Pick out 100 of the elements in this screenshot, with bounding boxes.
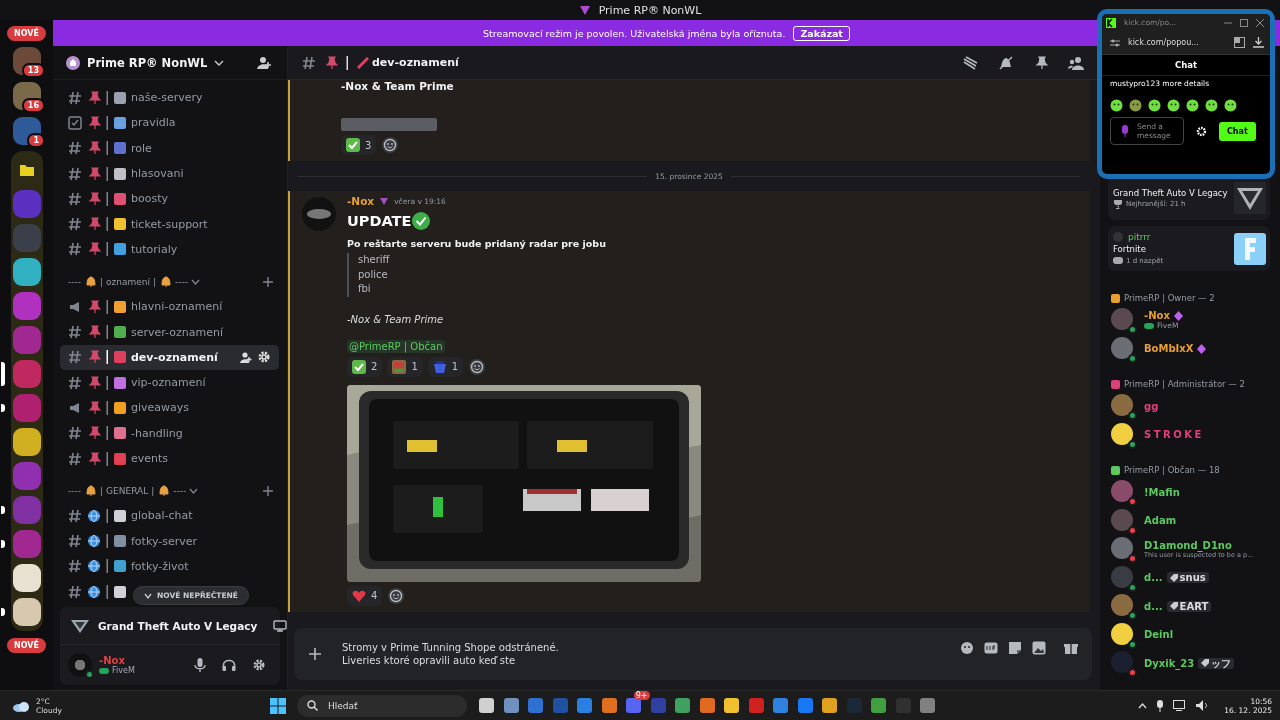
channel-item[interactable]: tutorialy xyxy=(60,236,279,263)
emoji-icon xyxy=(392,359,407,374)
member-item[interactable]: BoMbIxX xyxy=(1108,334,1270,363)
guild-tag: snus xyxy=(1166,572,1209,584)
chat-button[interactable]: Chat xyxy=(1219,121,1256,141)
taskbar-app-icon[interactable] xyxy=(675,698,691,713)
settings-icon[interactable] xyxy=(252,658,266,672)
taskbar-app-icon[interactable] xyxy=(503,698,519,713)
settings-icon[interactable] xyxy=(257,350,271,365)
channel-item[interactable]: pravidla xyxy=(60,110,279,136)
hash-icon xyxy=(68,191,82,206)
channel-item[interactable]: dev-oznamení xyxy=(60,344,279,370)
sticker-icon[interactable] xyxy=(1008,641,1022,655)
search-field[interactable]: Hledať xyxy=(297,694,467,717)
server-name[interactable]: Prime RP® NonWL xyxy=(87,55,208,70)
channel-item[interactable]: global-chat xyxy=(60,503,279,529)
channel-item[interactable]: server-oznamení xyxy=(60,319,279,345)
add-reaction-icon[interactable] xyxy=(468,357,487,376)
chevron-icon[interactable] xyxy=(1138,702,1148,709)
category-name[interactable]: GENERAL xyxy=(106,485,149,496)
member-item[interactable]: STROKE xyxy=(1108,420,1270,449)
taskbar-app-icon[interactable] xyxy=(699,698,715,713)
channel-item[interactable]: role xyxy=(60,135,279,161)
channel-item[interactable]: hlavni-oznamení xyxy=(60,294,279,320)
role-icon xyxy=(379,196,390,206)
reaction-button[interactable]: 1 xyxy=(427,356,464,377)
microphone-icon[interactable] xyxy=(1156,699,1165,712)
server-icon[interactable] xyxy=(12,428,41,456)
maximize-icon[interactable] xyxy=(1240,18,1248,27)
threads-icon[interactable] xyxy=(962,55,978,70)
plus-icon[interactable] xyxy=(263,485,273,496)
server-icon[interactable] xyxy=(12,258,41,286)
member-item[interactable]: Dyxik_23 ッフ xyxy=(1108,649,1270,678)
reaction-button[interactable]: 1 xyxy=(387,356,423,377)
member-item[interactable]: !Mafin xyxy=(1108,478,1270,507)
member-item[interactable]: Deinl xyxy=(1108,620,1270,649)
volume-icon[interactable] xyxy=(1196,700,1210,711)
members-icon[interactable] xyxy=(1068,55,1084,70)
site-info-icon[interactable] xyxy=(1110,37,1120,48)
hash-icon xyxy=(68,451,82,466)
member-item[interactable]: gg xyxy=(1108,392,1270,421)
taskbar-app-icon[interactable] xyxy=(871,698,887,713)
emoji-icon[interactable] xyxy=(960,641,974,655)
network-icon[interactable] xyxy=(1173,700,1188,711)
gif-icon[interactable] xyxy=(984,642,998,654)
add-reaction-icon[interactable] xyxy=(381,136,400,154)
tag-icon xyxy=(1169,602,1178,611)
download-icon[interactable] xyxy=(1253,37,1264,48)
hash-icon xyxy=(68,325,82,339)
channel-item[interactable]: boosty xyxy=(60,186,279,212)
hash-icon xyxy=(68,559,82,574)
add-reaction-icon[interactable] xyxy=(387,586,406,605)
invite-icon[interactable] xyxy=(240,351,252,364)
translate-icon[interactable] xyxy=(1234,37,1245,48)
reaction-button[interactable]: 4 xyxy=(347,585,383,606)
server-icon[interactable] xyxy=(12,598,41,626)
category-decoration: ---- xyxy=(68,276,81,287)
member-item[interactable]: d... snus xyxy=(1108,563,1270,592)
taskbar-app-icon[interactable] xyxy=(479,698,495,713)
disable-button[interactable]: Zakázat xyxy=(793,25,850,41)
channel-item[interactable]: fotky-život xyxy=(60,553,279,580)
pin-icon[interactable] xyxy=(1034,55,1048,70)
screen-share-icon[interactable] xyxy=(273,619,288,632)
reaction-button[interactable]: 3 xyxy=(341,135,377,155)
category-name[interactable]: oznamení xyxy=(106,276,150,287)
headphones-icon[interactable] xyxy=(222,658,236,672)
reaction-button[interactable]: 2 xyxy=(347,356,383,377)
close-icon[interactable] xyxy=(1256,18,1264,27)
invite-icon[interactable] xyxy=(257,55,271,70)
author-name[interactable]: -Nox xyxy=(347,195,375,207)
channel-item[interactable]: events xyxy=(60,445,279,472)
mute-icon[interactable] xyxy=(998,54,1014,71)
emote-icon xyxy=(1148,99,1161,112)
plus-icon[interactable] xyxy=(263,276,273,287)
channel-item[interactable]: hlasovani xyxy=(60,160,279,187)
microphone-icon[interactable] xyxy=(194,658,206,672)
avatar[interactable] xyxy=(68,653,92,677)
hash-icon xyxy=(68,426,82,441)
plus-icon[interactable] xyxy=(308,647,322,661)
channel-item[interactable]: fotky-server xyxy=(60,528,279,554)
channel-item[interactable]: ticket-support xyxy=(60,211,279,237)
role-mention[interactable]: @PrimeRP | Občan xyxy=(347,339,445,353)
taskbar-app-icon[interactable] xyxy=(724,698,740,713)
channel-item[interactable]: naše-servery xyxy=(60,85,279,111)
channel-item[interactable]: giveaways xyxy=(60,395,279,421)
game-artwork xyxy=(1234,232,1266,265)
hash-icon xyxy=(68,584,82,599)
gift-icon[interactable] xyxy=(1064,641,1078,655)
server-icon[interactable] xyxy=(12,564,41,592)
address-bar[interactable]: kick.com/popou... xyxy=(1128,38,1199,47)
start-icon[interactable] xyxy=(270,697,286,714)
message-input[interactable]: Stromy v Prime Tunning Shope odstránené. Liveries ktoré opravili auto keď ste xyxy=(294,628,1092,680)
avatar xyxy=(1111,508,1133,531)
member-item[interactable]: d... EART xyxy=(1108,592,1270,621)
image-icon[interactable] xyxy=(1032,641,1046,655)
channel-item[interactable]: -handling xyxy=(60,420,279,446)
taskbar-app-icon[interactable] xyxy=(601,698,617,713)
channel-item[interactable]: vip-oznamení xyxy=(60,369,279,396)
member-item[interactable]: Adam xyxy=(1108,506,1270,535)
taskbar-app-icon[interactable] xyxy=(822,698,838,713)
